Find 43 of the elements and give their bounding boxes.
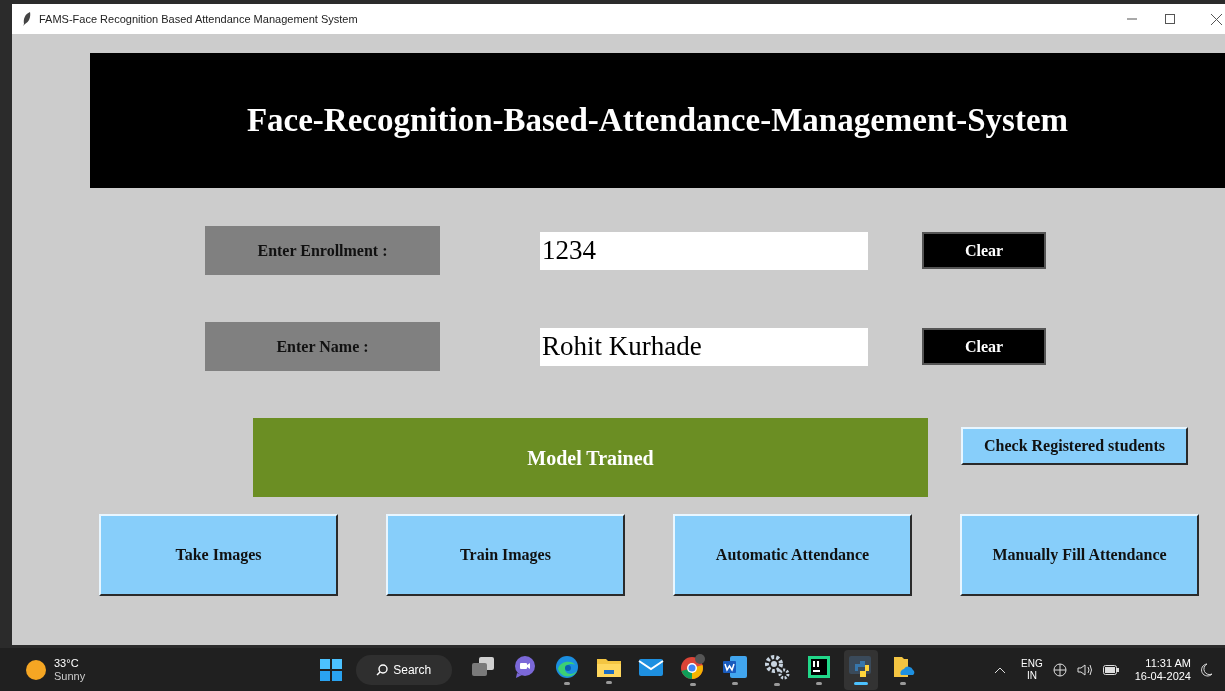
- windows-icon[interactable]: [471, 655, 496, 678]
- weather-temperature: 33°C: [54, 656, 80, 670]
- text-field[interactable]: Rohit Kurhade: [540, 327, 868, 366]
- gears-icon[interactable]: [764, 653, 791, 680]
- language-indicator[interactable]: ENG: [1021, 657, 1043, 670]
- field-label: Enter Enrollment :: [205, 226, 440, 275]
- clock-time[interactable]: 11:31 AM: [1145, 656, 1191, 670]
- search-box[interactable]: Search: [356, 654, 453, 685]
- cloud-folder-icon[interactable]: [891, 654, 916, 679]
- video-camera-icon[interactable]: [513, 654, 538, 679]
- ide-icon[interactable]: [807, 654, 832, 679]
- banner-title: Face-Recognition-Based-Attendance-Management-System: [246, 100, 1069, 140]
- feather-icon: [22, 12, 32, 26]
- close-icon[interactable]: [1211, 13, 1222, 25]
- globe-icon[interactable]: [1052, 662, 1067, 677]
- status-banner: Model Trained: [253, 418, 928, 497]
- weather-condition: Sunny: [54, 669, 86, 683]
- action-button[interactable]: Manually Fill Attendance: [960, 514, 1199, 596]
- document-icon[interactable]: [722, 654, 749, 679]
- chevron-up-icon[interactable]: [995, 666, 1006, 673]
- text-field[interactable]: 1234: [540, 231, 868, 270]
- check-registered-button[interactable]: Check Registered students: [961, 427, 1188, 465]
- browser-icon[interactable]: [680, 653, 707, 680]
- globe-wave-icon[interactable]: [555, 654, 580, 679]
- action-button[interactable]: Automatic Attendance: [673, 514, 912, 596]
- clock-date[interactable]: 16-04-2024: [1134, 669, 1191, 683]
- speaker-icon[interactable]: [1076, 663, 1093, 676]
- language-indicator[interactable]: IN: [1026, 669, 1037, 682]
- battery-icon[interactable]: [1102, 664, 1119, 675]
- moon-icon[interactable]: [1201, 662, 1213, 677]
- taskbar-app[interactable]: [844, 649, 879, 690]
- search-label: Search: [393, 661, 432, 679]
- clear-button[interactable]: Clear: [922, 328, 1046, 365]
- window-title: FAMS-Face Recognition Based Attendance Management System: [39, 11, 358, 27]
- search-icon: [376, 663, 389, 676]
- action-button[interactable]: Take Images: [99, 514, 338, 596]
- envelope-icon[interactable]: [638, 656, 665, 677]
- sun-icon[interactable]: [26, 659, 46, 680]
- start-icon[interactable]: [320, 658, 343, 681]
- maximize-icon[interactable]: [1165, 14, 1175, 24]
- action-button[interactable]: Train Images: [386, 514, 625, 596]
- field-label: Enter Name :: [205, 322, 440, 371]
- clear-button[interactable]: Clear: [922, 232, 1046, 269]
